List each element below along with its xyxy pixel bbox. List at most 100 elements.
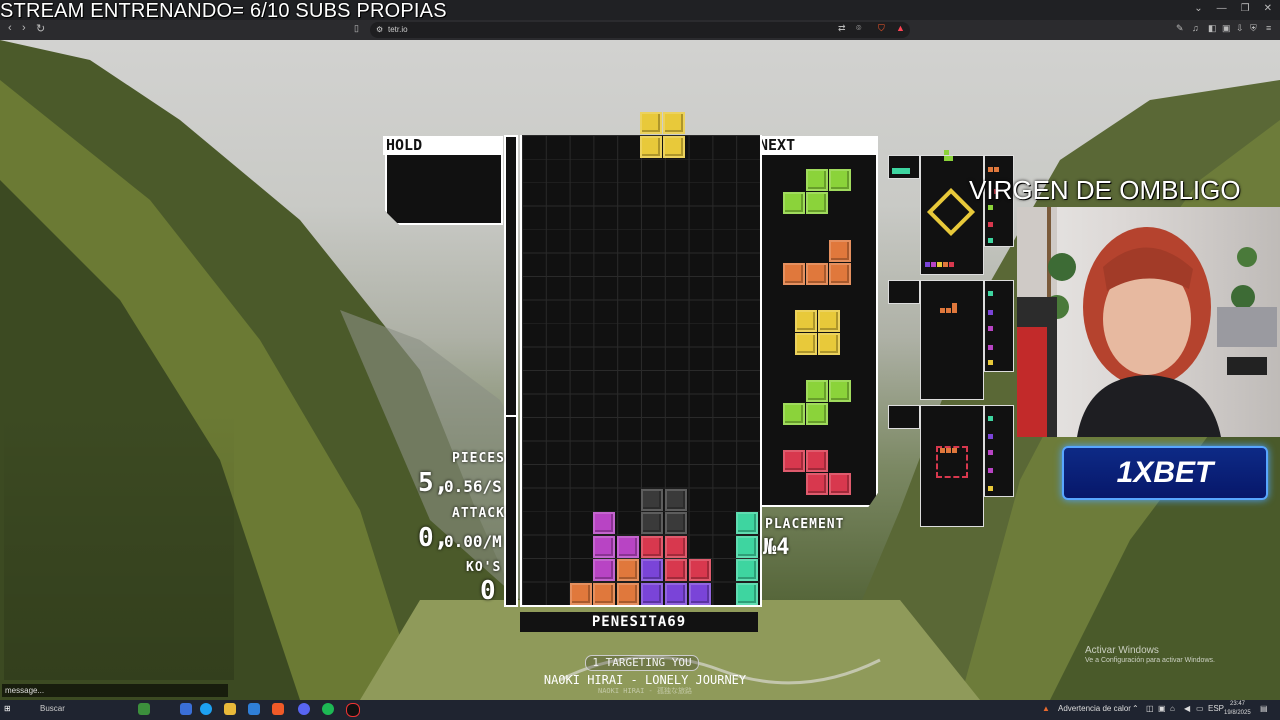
next-piece-block bbox=[818, 310, 840, 332]
clock-time[interactable]: 23:47 bbox=[1230, 701, 1245, 707]
mini-block bbox=[988, 222, 993, 227]
board-block bbox=[593, 512, 616, 534]
clock-date[interactable]: 19/8/2025 bbox=[1224, 710, 1251, 716]
mini-block bbox=[988, 450, 993, 455]
mini-block bbox=[988, 486, 993, 491]
rewards-icon[interactable]: ▲ bbox=[896, 23, 905, 33]
chat-input[interactable]: message... bbox=[2, 684, 228, 697]
obs-icon[interactable] bbox=[346, 703, 360, 717]
forward-icon[interactable]: › bbox=[22, 22, 26, 34]
board-block bbox=[736, 512, 759, 534]
opponent-board-2 bbox=[920, 280, 984, 400]
warning-icon[interactable]: ▲ bbox=[1042, 704, 1050, 713]
mini-block bbox=[949, 262, 954, 267]
board-block bbox=[736, 582, 759, 605]
menu-icon[interactable]: ≡ bbox=[1266, 23, 1271, 33]
sidebar-icon[interactable]: ◧ bbox=[1208, 23, 1217, 34]
mini-block bbox=[946, 308, 951, 313]
next-piece-block bbox=[806, 450, 828, 472]
language-indicator[interactable]: ESP bbox=[1208, 704, 1224, 713]
ghost-block bbox=[664, 488, 687, 511]
url-field[interactable]: ⚙ tetr.io bbox=[370, 22, 910, 38]
ghost-block bbox=[641, 488, 663, 511]
ghost-block bbox=[641, 512, 663, 534]
next-piece-block bbox=[829, 380, 851, 402]
watermark-line1: Activar Windows bbox=[1085, 645, 1159, 656]
store-icon[interactable] bbox=[248, 703, 260, 715]
sponsor-banner: 1XBET bbox=[1062, 446, 1268, 500]
notifications-icon[interactable]: ▤ bbox=[1260, 704, 1268, 713]
attack-label: ATTACK bbox=[452, 506, 505, 521]
board-block bbox=[688, 582, 711, 605]
tray-icon-1[interactable]: ◫ bbox=[1146, 704, 1154, 713]
active-piece-block bbox=[663, 136, 685, 158]
board-block bbox=[688, 559, 711, 581]
board-block bbox=[736, 535, 759, 558]
mini-block bbox=[944, 156, 949, 161]
board-block bbox=[641, 582, 663, 605]
mini-block bbox=[988, 416, 993, 421]
extensions-icon[interactable]: ✎ bbox=[1176, 23, 1184, 34]
mini-block bbox=[988, 345, 993, 350]
mini-block bbox=[994, 167, 999, 172]
downloads-icon[interactable]: ⇩ bbox=[1236, 23, 1244, 34]
windows-activation-watermark: Activar Windows Ve a Configuración para … bbox=[1085, 645, 1215, 664]
stream-title: STREAM ENTRENANDO= 6/10 SUBS PROPIAS bbox=[0, 0, 447, 22]
start-icon[interactable]: ⊞ bbox=[4, 704, 11, 713]
url-text: tetr.io bbox=[388, 25, 408, 34]
music-title: NAOKI HIRAI - LONELY JOURNEY bbox=[543, 673, 747, 687]
wallet-icon[interactable]: ▣ bbox=[1222, 23, 1231, 34]
next-piece-block bbox=[783, 403, 805, 425]
incoming-target-icon bbox=[936, 446, 968, 478]
brave-icon[interactable] bbox=[272, 703, 284, 715]
mini-block bbox=[944, 150, 949, 155]
task-view-icon[interactable] bbox=[180, 703, 192, 715]
battery-icon[interactable]: ▭ bbox=[1196, 704, 1204, 713]
board-block bbox=[569, 582, 592, 605]
volume-icon[interactable]: ◀ bbox=[1184, 704, 1190, 713]
next-piece-block bbox=[806, 169, 828, 191]
mini-block bbox=[892, 288, 897, 293]
tray-chevron-icon[interactable]: ⌃ bbox=[1132, 704, 1139, 713]
cast-icon[interactable]: ⌾ bbox=[856, 23, 861, 34]
active-piece-block bbox=[640, 112, 662, 134]
window-controls: ⌄ — ❐ ✕ bbox=[1194, 3, 1272, 14]
board-block bbox=[736, 559, 759, 581]
spotify-icon[interactable] bbox=[322, 703, 334, 715]
minimize-icon[interactable]: — bbox=[1217, 3, 1227, 14]
garbage-meter bbox=[504, 135, 518, 607]
edge-icon[interactable] bbox=[200, 703, 212, 715]
site-info-icon[interactable]: ⚙ bbox=[376, 22, 383, 38]
reload-icon[interactable]: ↻ bbox=[36, 22, 45, 35]
mini-block bbox=[904, 168, 910, 174]
translate-icon[interactable]: ⇄ bbox=[838, 23, 846, 34]
mini-block bbox=[988, 310, 993, 315]
board-block bbox=[593, 582, 616, 605]
board-block bbox=[641, 559, 663, 581]
network-icon[interactable]: ⌂ bbox=[1170, 704, 1175, 713]
next-piece-block bbox=[783, 192, 805, 214]
close-icon[interactable]: ✕ bbox=[1264, 3, 1272, 14]
board-block bbox=[617, 582, 640, 605]
music-icon[interactable]: ♫ bbox=[1192, 23, 1199, 33]
chevron-down-icon[interactable]: ⌄ bbox=[1194, 3, 1202, 14]
opponent-hold-1 bbox=[888, 155, 920, 179]
bookmark-icon[interactable]: ▯ bbox=[354, 23, 359, 34]
back-icon[interactable]: ‹ bbox=[8, 22, 12, 34]
heat-warning[interactable]: Advertencia de calor bbox=[1058, 704, 1131, 713]
kos-label: KO'S bbox=[466, 560, 502, 575]
maximize-icon[interactable]: ❐ bbox=[1241, 3, 1250, 14]
tray-icon-2[interactable]: ▣ bbox=[1158, 704, 1166, 713]
hold-header: HOLD bbox=[383, 136, 503, 155]
file-explorer-icon[interactable] bbox=[224, 703, 236, 715]
placement-value: №4 bbox=[763, 535, 790, 560]
webcam-feed bbox=[1017, 207, 1280, 437]
mini-block bbox=[925, 262, 930, 267]
brave-shield-icon[interactable]: ⛉ bbox=[878, 23, 885, 34]
discord-icon[interactable] bbox=[298, 703, 310, 715]
game-thumbnail-icon[interactable] bbox=[138, 703, 150, 715]
mini-block bbox=[943, 262, 948, 267]
taskbar-search[interactable]: Buscar bbox=[40, 704, 65, 713]
mini-block bbox=[988, 291, 993, 296]
vpn-shield-icon[interactable]: ⛨ bbox=[1250, 23, 1257, 34]
